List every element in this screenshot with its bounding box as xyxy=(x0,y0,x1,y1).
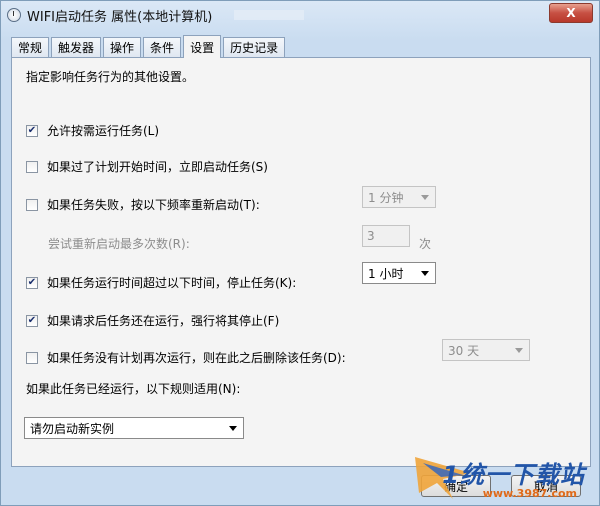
run-if-missed-row: 如果过了计划开始时间，立即启动任务(S) xyxy=(26,158,268,175)
properties-window: WIFI启动任务 属性(本地计算机) X 常规 触发器 操作 条件 设置 历史记… xyxy=(0,0,600,506)
tab-history[interactable]: 历史记录 xyxy=(223,37,286,57)
restart-attempts-unit: 次 xyxy=(419,237,432,251)
allow-on-demand-label[interactable]: 允许按需运行任务(L) xyxy=(47,122,159,139)
tab-settings[interactable]: 设置 xyxy=(183,35,222,58)
watermark-url: www.3987.com xyxy=(482,487,577,500)
force-stop-checkbox[interactable]: ✔ xyxy=(26,314,38,327)
stop-duration-value: 1 小时 xyxy=(368,266,404,281)
allow-on-demand-checkbox[interactable]: ✔ xyxy=(26,124,38,137)
site-watermark: 1统一下载站 www.3987.com xyxy=(413,449,593,503)
restart-on-fail-label[interactable]: 如果任务失败，按以下频率重新启动(T): xyxy=(47,196,260,213)
running-rule-label: 如果此任务已经运行，以下规则适用(N): xyxy=(26,382,241,396)
delete-task-checkbox[interactable] xyxy=(26,351,38,364)
running-rule-select[interactable]: 请勿启动新实例 xyxy=(24,417,244,439)
run-if-missed-label[interactable]: 如果过了计划开始时间，立即启动任务(S) xyxy=(47,158,268,175)
running-rule-value: 请勿启动新实例 xyxy=(30,421,115,436)
restart-on-fail-checkbox[interactable] xyxy=(26,198,38,211)
restart-attempts-unit-row: 次 xyxy=(419,235,431,252)
watermark-text: 1统一下载站 xyxy=(442,461,585,489)
tab-actions[interactable]: 操作 xyxy=(103,37,142,57)
restart-interval-select[interactable]: 1 分钟 xyxy=(362,186,436,208)
window-title: WIFI启动任务 属性(本地计算机) xyxy=(27,9,213,25)
settings-description-row: 指定影响任务行为的其他设置。 xyxy=(26,68,194,85)
chevron-down-icon xyxy=(515,348,523,353)
restart-attempts-input[interactable]: 3 xyxy=(362,225,410,247)
force-stop-label[interactable]: 如果请求后任务还在运行，强行将其停止(F) xyxy=(47,312,279,329)
run-if-missed-checkbox[interactable] xyxy=(26,160,38,173)
stop-if-long-label[interactable]: 如果任务运行时间超过以下时间，停止任务(K): xyxy=(47,274,296,291)
delete-task-row: 如果任务没有计划再次运行，则在此之后删除该任务(D): xyxy=(26,349,346,366)
force-stop-row: ✔ 如果请求后任务还在运行，强行将其停止(F) xyxy=(26,312,279,329)
tab-strip: 常规 触发器 操作 条件 设置 历史记录 xyxy=(11,35,287,58)
settings-panel: 指定影响任务行为的其他设置。 ✔ 允许按需运行任务(L) 如果过了计划开始时间，… xyxy=(11,57,591,467)
allow-on-demand-row: ✔ 允许按需运行任务(L) xyxy=(26,122,159,139)
restart-attempts-row: 尝试重新启动最多次数(R): xyxy=(48,235,190,252)
chevron-down-icon xyxy=(421,195,429,200)
title-bar: WIFI启动任务 属性(本地计算机) X xyxy=(1,1,599,29)
stop-if-long-row: ✔ 如果任务运行时间超过以下时间，停止任务(K): xyxy=(26,274,296,291)
close-button[interactable]: X xyxy=(549,3,593,23)
restart-interval-value: 1 分钟 xyxy=(368,190,404,205)
settings-description: 指定影响任务行为的其他设置。 xyxy=(26,70,195,84)
tab-conditions[interactable]: 条件 xyxy=(143,37,182,57)
tab-triggers[interactable]: 触发器 xyxy=(51,37,102,57)
delete-after-value: 30 天 xyxy=(448,343,480,358)
chevron-down-icon xyxy=(229,426,237,431)
restart-attempts-value: 3 xyxy=(367,229,375,243)
stop-duration-select[interactable]: 1 小时 xyxy=(362,262,436,284)
task-clock-icon xyxy=(7,8,21,22)
delete-task-label[interactable]: 如果任务没有计划再次运行，则在此之后删除该任务(D): xyxy=(47,349,346,366)
restart-on-fail-row: 如果任务失败，按以下频率重新启动(T): xyxy=(26,196,260,213)
restart-attempts-label: 尝试重新启动最多次数(R): xyxy=(48,237,190,251)
stop-if-long-checkbox[interactable]: ✔ xyxy=(26,276,38,289)
delete-after-select[interactable]: 30 天 xyxy=(442,339,530,361)
tab-general[interactable]: 常规 xyxy=(11,37,50,57)
chevron-down-icon xyxy=(421,271,429,276)
title-blur xyxy=(234,10,305,20)
running-rule-row: 如果此任务已经运行，以下规则适用(N): xyxy=(26,380,240,397)
